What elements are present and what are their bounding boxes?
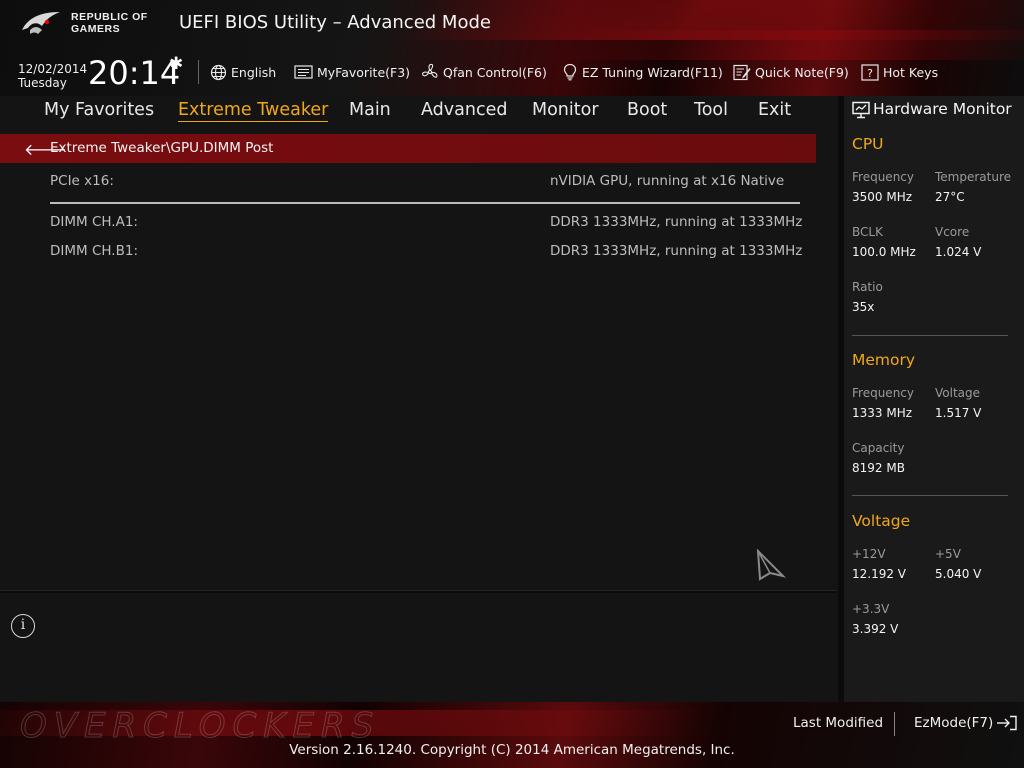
memory-capacity-value: 8192 MB (852, 461, 905, 475)
ez-mode-label: EzMode(F7) (914, 715, 994, 731)
section-divider (852, 495, 1008, 496)
monitor-icon (852, 101, 870, 119)
tab-extreme-tweaker[interactable]: Extreme Tweaker (178, 100, 329, 122)
ez-tuning-wizard-button[interactable]: EZ Tuning Wizard(F11) (562, 63, 723, 81)
cpu-frequency-label: Frequency (852, 170, 914, 184)
weekday-text: Tuesday (18, 76, 67, 90)
myfavorite-label: MyFavorite(F3) (317, 64, 411, 80)
voltage-5v-label: +5V (935, 547, 961, 561)
voltage-heading: Voltage (852, 512, 911, 530)
qfan-control-label: Qfan Control(F6) (443, 64, 547, 80)
rog-logo-icon (22, 12, 60, 34)
mouse-cursor-icon (756, 549, 786, 581)
info-icon[interactable]: i (11, 614, 35, 638)
voltage-12v-value: 12.192 V (852, 567, 907, 581)
setting-value: nVIDIA GPU, running at x16 Native (550, 173, 785, 189)
qfan-control-button[interactable]: Qfan Control(F6) (421, 63, 547, 81)
brand-line1: REPUBLIC OF (71, 11, 148, 23)
brand-line2: GAMERS (71, 23, 121, 35)
language-label: English (231, 64, 277, 80)
tab-main[interactable]: Main (349, 100, 391, 120)
memory-frequency-label: Frequency (852, 386, 914, 400)
ez-mode-button[interactable]: EzMode(F7) (914, 715, 1018, 731)
last-modified-button[interactable]: Last Modified (793, 715, 883, 731)
memory-heading: Memory (852, 351, 916, 369)
setting-row-dimm-a1[interactable]: DIMM CH.A1: DDR3 1333MHz, running at 133… (50, 214, 802, 230)
tab-monitor[interactable]: Monitor (532, 100, 599, 120)
help-area-divider (0, 590, 836, 593)
cpu-ratio-label: Ratio (852, 280, 883, 294)
favorite-list-icon (294, 64, 313, 79)
exit-arrow-icon (997, 715, 1017, 731)
svg-text:?: ? (867, 67, 873, 80)
setting-label: PCIe x16: (50, 173, 114, 189)
voltage-3v3-value: 3.392 V (852, 622, 899, 636)
setting-row-dimm-b1[interactable]: DIMM CH.B1: DDR3 1333MHz, running at 133… (50, 243, 802, 259)
cpu-temperature-value: 27°C (935, 190, 965, 204)
watermark-logo: OVERCLOCKERS (19, 706, 381, 747)
memory-capacity-label: Capacity (852, 441, 905, 455)
voltage-12v-label: +12V (852, 547, 886, 561)
fan-icon (421, 63, 438, 78)
tab-exit[interactable]: Exit (758, 100, 791, 120)
cpu-frequency-value: 3500 MHz (852, 190, 913, 204)
hot-keys-button[interactable]: ? Hot Keys (861, 63, 938, 81)
setting-value: DDR3 1333MHz, running at 1333MHz (550, 214, 803, 230)
cpu-vcore-label: Vcore (935, 225, 970, 239)
quick-note-label: Quick Note(F9) (755, 64, 849, 80)
cpu-ratio-value: 35x (852, 300, 875, 314)
section-divider (852, 335, 1008, 336)
row-separator (50, 202, 800, 204)
language-button[interactable]: English (210, 63, 276, 81)
cpu-temperature-label: Temperature (935, 170, 1012, 184)
voltage-3v3-label: +3.3V (852, 602, 890, 616)
memory-voltage-label: Voltage (935, 386, 981, 400)
gear-icon[interactable]: ✱ (169, 56, 183, 73)
setting-row-pcie[interactable]: PCIe x16: nVIDIA GPU, running at x16 Nat… (50, 173, 790, 189)
setting-label: DIMM CH.B1: (50, 243, 138, 259)
date-text: 12/02/2014 (18, 62, 88, 76)
lightbulb-icon (563, 63, 577, 81)
clock-display: 20:14 (88, 54, 181, 92)
note-icon (733, 64, 751, 80)
globe-icon (210, 64, 227, 80)
copyright-text: Version 2.16.1240. Copyright (C) 2014 Am… (289, 742, 735, 758)
tab-my-favorites[interactable]: My Favorites (44, 100, 154, 120)
cpu-heading: CPU (852, 135, 884, 153)
ez-tuning-wizard-label: EZ Tuning Wizard(F11) (582, 64, 723, 80)
date-display: 12/02/2014 Tuesday (18, 62, 87, 90)
tab-advanced[interactable]: Advanced (421, 100, 507, 120)
footer-divider (894, 712, 895, 736)
breadcrumb-path: Extreme Tweaker\GPU.DIMM Post (50, 140, 274, 156)
cpu-vcore-value: 1.024 V (935, 245, 982, 259)
app-title: UEFI BIOS Utility – Advanced Mode (179, 12, 491, 33)
cpu-bclk-value: 100.0 MHz (852, 245, 916, 259)
help-key-icon: ? (861, 63, 879, 81)
tab-boot[interactable]: Boot (627, 100, 667, 120)
setting-label: DIMM CH.A1: (50, 214, 138, 230)
hardware-monitor-title: Hardware Monitor (873, 100, 1012, 118)
myfavorite-button[interactable]: MyFavorite(F3) (294, 63, 410, 81)
memory-frequency-value: 1333 MHz (852, 406, 913, 420)
memory-voltage-value: 1.517 V (935, 406, 982, 420)
setting-value: DDR3 1333MHz, running at 1333MHz (550, 243, 803, 259)
quick-note-button[interactable]: Quick Note(F9) (733, 63, 849, 81)
tab-tool[interactable]: Tool (694, 100, 728, 120)
hot-keys-label: Hot Keys (883, 64, 939, 80)
toolbar-divider (198, 60, 199, 84)
brand-text: REPUBLIC OF GAMERS (71, 11, 148, 35)
breadcrumb: 🡐 Extreme Tweaker\GPU.DIMM Post (0, 134, 816, 163)
cpu-bclk-label: BCLK (852, 225, 883, 239)
voltage-5v-value: 5.040 V (935, 567, 982, 581)
